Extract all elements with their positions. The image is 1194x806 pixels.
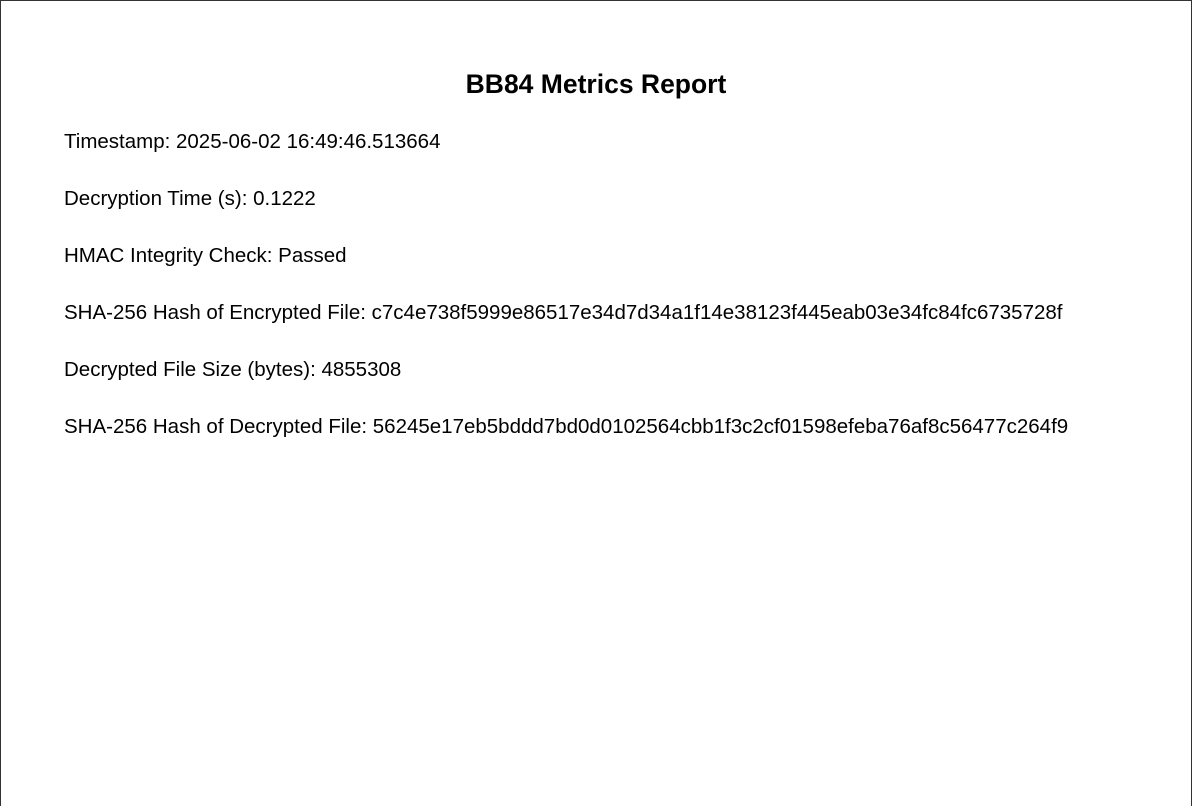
metric-decrypted-file-hash: SHA-256 Hash of Decrypted File: 56245e17… bbox=[64, 415, 1069, 438]
report-page: BB84 Metrics Report Timestamp: 2025-06-0… bbox=[0, 0, 1192, 806]
report-title: BB84 Metrics Report bbox=[465, 69, 727, 99]
metric-encrypted-file-hash: SHA-256 Hash of Encrypted File: c7c4e738… bbox=[64, 301, 1063, 324]
metric-timestamp: Timestamp: 2025-06-02 16:49:46.513664 bbox=[64, 130, 441, 153]
metric-decryption-time: Decryption Time (s): 0.1222 bbox=[64, 187, 316, 210]
metric-hmac-integrity-check: HMAC Integrity Check: Passed bbox=[64, 244, 347, 267]
metric-decrypted-file-size: Decrypted File Size (bytes): 4855308 bbox=[64, 358, 402, 381]
metrics-list: Timestamp: 2025-06-02 16:49:46.513664 De… bbox=[64, 129, 1068, 471]
